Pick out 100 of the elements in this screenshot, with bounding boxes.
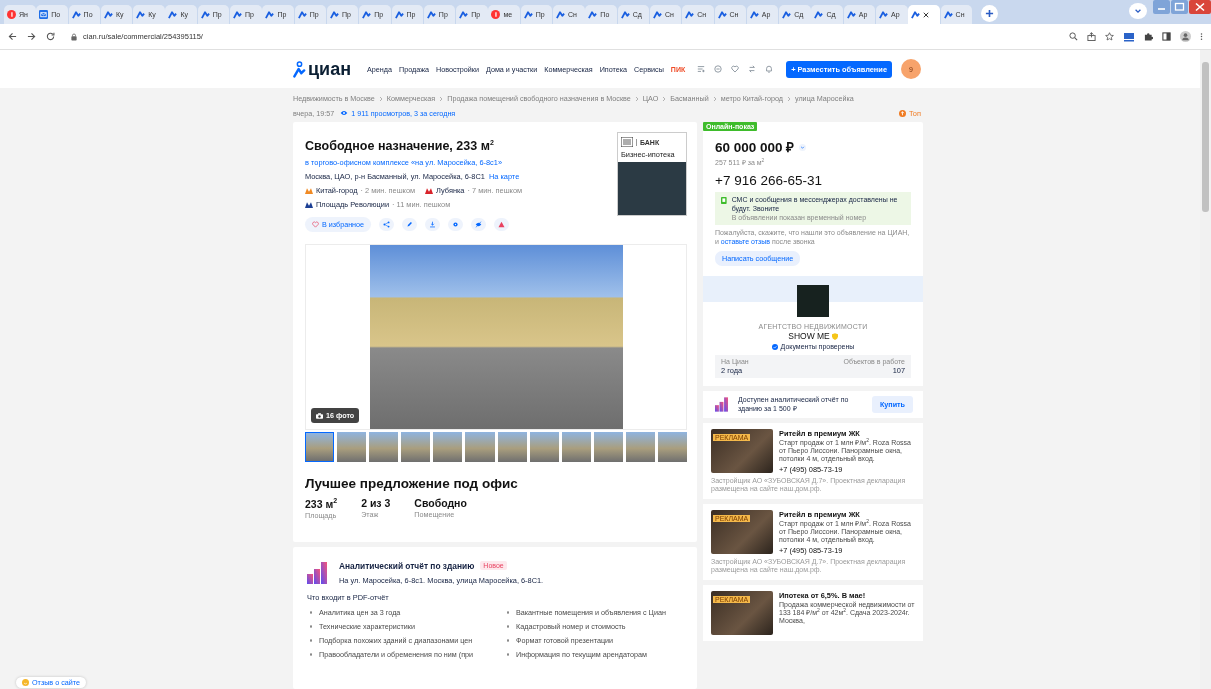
logo-icon bbox=[879, 10, 888, 19]
close-icon[interactable] bbox=[923, 11, 930, 18]
eye-icon bbox=[340, 110, 349, 116]
site-logo[interactable]: циан bbox=[308, 60, 351, 78]
warning-button[interactable] bbox=[494, 218, 510, 232]
hide-button[interactable] bbox=[471, 218, 487, 232]
photo-thumbnail[interactable] bbox=[305, 432, 335, 463]
profile-icon[interactable] bbox=[1180, 31, 1191, 42]
logo-icon bbox=[394, 10, 404, 19]
share-icon[interactable] bbox=[1087, 32, 1096, 41]
bank-logo-icon bbox=[621, 137, 633, 147]
logo-icon bbox=[911, 10, 921, 19]
top-badge-icon bbox=[898, 109, 906, 117]
chevron-icon bbox=[712, 95, 717, 102]
photo-thumbnail[interactable] bbox=[337, 432, 367, 463]
smile-icon bbox=[22, 679, 29, 686]
heart-icon[interactable] bbox=[731, 65, 740, 73]
logo-icon bbox=[685, 10, 695, 19]
logo-icon bbox=[362, 10, 372, 19]
bar-chart-icon bbox=[307, 561, 327, 584]
bar-chart-icon bbox=[715, 397, 728, 413]
circle-logo-icon bbox=[491, 10, 501, 19]
logo-icon bbox=[293, 61, 306, 78]
pencil-icon bbox=[406, 221, 414, 229]
logo-icon bbox=[200, 10, 210, 19]
lock-icon bbox=[71, 32, 77, 41]
logo-icon bbox=[846, 10, 856, 19]
photo-thumbnail[interactable] bbox=[529, 432, 559, 463]
logo-icon bbox=[329, 10, 339, 19]
hide-icon bbox=[475, 221, 483, 229]
offer-headline: Лучшее предложение под офис bbox=[305, 476, 519, 492]
forward-icon[interactable] bbox=[27, 32, 36, 41]
logo-icon bbox=[814, 10, 824, 19]
phone-icon bbox=[721, 196, 727, 206]
extension-icon[interactable] bbox=[1123, 31, 1135, 42]
logo-icon bbox=[652, 10, 662, 19]
logo-icon bbox=[717, 10, 727, 19]
compare-icon[interactable] bbox=[748, 65, 757, 73]
warning-icon bbox=[498, 221, 506, 229]
puzzle-icon[interactable] bbox=[1144, 32, 1153, 41]
logo-icon bbox=[297, 10, 307, 19]
report-title: Аналитический отчёт по зданию bbox=[339, 560, 475, 571]
logo-icon bbox=[426, 10, 436, 19]
logo-icon bbox=[71, 10, 81, 19]
sidebar-icon[interactable] bbox=[1162, 32, 1171, 41]
heart-icon bbox=[312, 221, 319, 229]
agency-logo bbox=[797, 285, 829, 318]
logo-icon bbox=[556, 10, 566, 19]
logo-icon bbox=[136, 10, 146, 19]
download-icon bbox=[429, 221, 437, 229]
circle-logo-icon bbox=[7, 10, 16, 19]
reload-icon[interactable] bbox=[46, 32, 55, 41]
fact-value: Свободно bbox=[414, 497, 467, 510]
photo-thumbnail[interactable] bbox=[625, 432, 655, 463]
new-tab-button[interactable] bbox=[980, 5, 998, 22]
bell-icon[interactable] bbox=[765, 65, 774, 73]
star-icon[interactable] bbox=[1105, 32, 1114, 41]
photo-thumbnail[interactable] bbox=[465, 432, 495, 463]
phone-number: +7 916 266-65-31 bbox=[715, 173, 823, 189]
camera-icon bbox=[316, 412, 323, 419]
photo-thumbnail[interactable] bbox=[657, 432, 687, 463]
photo-thumbnail[interactable] bbox=[593, 432, 623, 463]
price: 60 000 000 ₽ bbox=[715, 139, 795, 156]
logo-icon bbox=[523, 10, 533, 19]
logo-icon bbox=[265, 10, 275, 19]
listing-title: Свободное назначение, 233 м$^{2}$ bbox=[305, 138, 495, 156]
envelope-icon bbox=[39, 10, 49, 19]
caret-icon bbox=[1134, 7, 1142, 15]
shield-icon bbox=[831, 332, 838, 340]
browser-tab[interactable] bbox=[908, 5, 940, 24]
logo-icon bbox=[588, 10, 598, 19]
chevron-icon bbox=[634, 95, 639, 102]
chevron-icon bbox=[439, 95, 444, 102]
back-icon[interactable] bbox=[8, 32, 17, 41]
menu-icon[interactable] bbox=[1200, 32, 1203, 41]
chevron-icon bbox=[787, 95, 791, 102]
plus-icon bbox=[984, 9, 994, 18]
photo-thumbnail[interactable] bbox=[561, 432, 591, 463]
logo-icon bbox=[782, 10, 792, 19]
logo-icon bbox=[233, 10, 243, 19]
scrollbar-thumb[interactable] bbox=[1202, 62, 1209, 212]
fact-value: 2 из 3 bbox=[361, 497, 391, 510]
photo-thumbnail[interactable] bbox=[497, 432, 527, 463]
list-icon[interactable] bbox=[697, 65, 706, 73]
photo-thumbnail[interactable] bbox=[433, 432, 463, 463]
chevron-icon bbox=[378, 95, 383, 102]
logo-icon bbox=[459, 10, 469, 19]
pencil-button[interactable] bbox=[402, 218, 418, 232]
photo-thumbnail[interactable] bbox=[401, 432, 431, 463]
logo-icon bbox=[168, 10, 178, 19]
verified-icon bbox=[771, 343, 778, 350]
logo-icon bbox=[943, 10, 953, 19]
fact-value: 233 м$^{2}$ bbox=[305, 497, 338, 510]
logo-icon bbox=[749, 10, 759, 19]
zoom-icon[interactable] bbox=[1069, 32, 1078, 41]
logo-icon bbox=[620, 10, 630, 19]
photo-thumbnail[interactable] bbox=[369, 432, 399, 463]
logo-icon bbox=[103, 10, 113, 19]
agency-name[interactable]: SHOW ME bbox=[788, 331, 830, 342]
chevron-icon bbox=[662, 95, 667, 102]
